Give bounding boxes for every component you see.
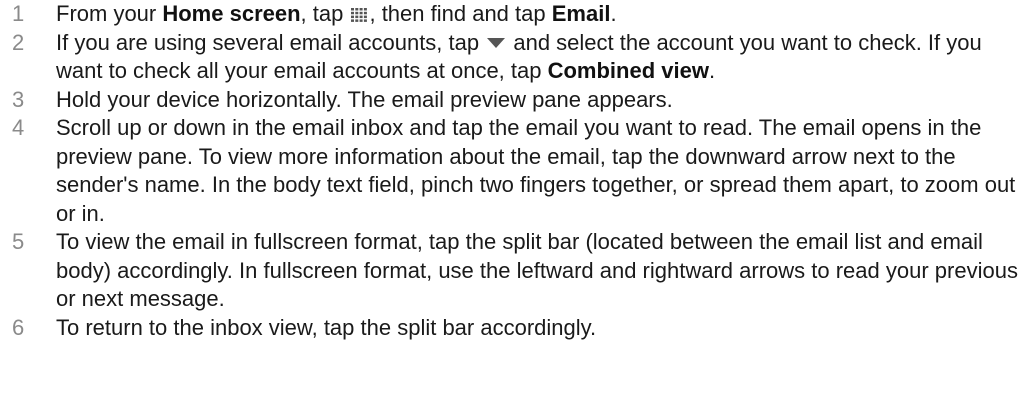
- step-number: 3: [12, 86, 25, 112]
- step-text: If you are using several email accounts,…: [56, 29, 1030, 86]
- combined-view-label: Combined view: [547, 58, 709, 83]
- step-3: 3 Hold your device horizontally. The ema…: [0, 86, 1030, 115]
- step-6: 6 To return to the inbox view, tap the s…: [0, 314, 1030, 343]
- home-screen-label: Home screen: [162, 1, 301, 26]
- step-number: 6: [12, 314, 25, 340]
- step-text: Hold your device horizontally. The email…: [56, 86, 673, 112]
- step-text-part: From your: [56, 1, 163, 26]
- step-2: 2 If you are using several email account…: [0, 29, 1030, 86]
- step-text: Scroll up or down in the email inbox and…: [56, 115, 1016, 226]
- step-number: 2: [12, 29, 25, 55]
- step-number: 1: [12, 1, 25, 26]
- step-1: 1 From your Home screen, tap , then find…: [0, 0, 1030, 29]
- step-text: To view the email in fullscreen format, …: [56, 229, 1018, 311]
- step-text-part: , then find and tap: [369, 1, 552, 26]
- step-number: 5: [12, 229, 25, 254]
- instruction-steps: 1 From your Home screen, tap , then find…: [0, 0, 1030, 342]
- step-5: 5 To view the email in fullscreen format…: [0, 228, 1030, 314]
- apps-grid-icon: [351, 8, 368, 22]
- step-text-part: .: [610, 1, 617, 26]
- step-text: From your Home screen, tap , then find a…: [56, 0, 1030, 29]
- email-app-label: Email: [551, 1, 611, 26]
- step-number: 4: [12, 115, 25, 140]
- step-text-part: , tap: [300, 1, 350, 26]
- dropdown-triangle-icon: [487, 37, 506, 48]
- step-text-part: .: [708, 58, 716, 83]
- step-text: To return to the inbox view, tap the spl…: [56, 314, 597, 340]
- step-4: 4 Scroll up or down in the email inbox a…: [0, 114, 1030, 228]
- step-text-part: If you are using several email accounts,…: [56, 29, 486, 55]
